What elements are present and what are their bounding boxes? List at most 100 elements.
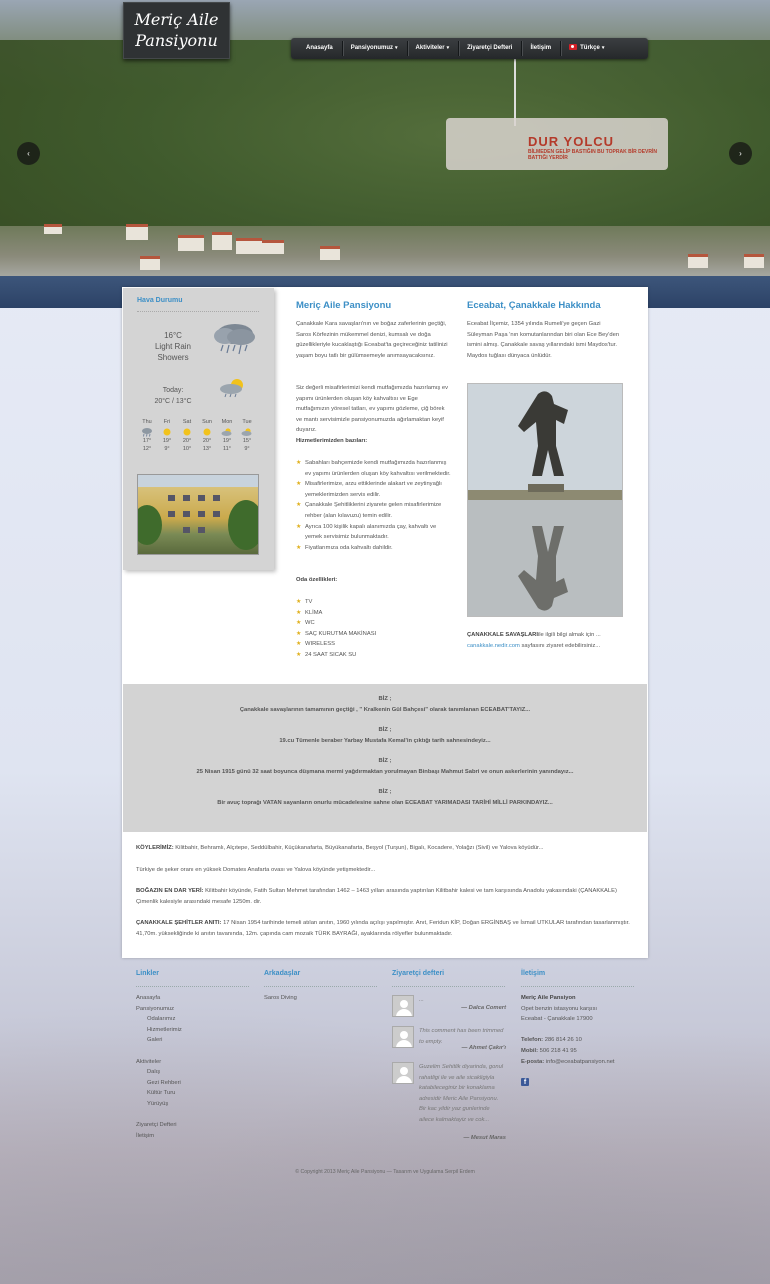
nav-ziyaretci-defteri[interactable]: Ziyaretçi Defteri — [458, 38, 521, 59]
contact-email[interactable]: E-posta: info@eceabatpansiyon.net — [521, 1057, 641, 1068]
list-item: WIRELESS — [296, 639, 452, 650]
site-logo[interactable]: Meriç Aile Pansiyonu — [123, 2, 230, 59]
rain-cloud-icon — [214, 324, 255, 355]
current-temp: 16°C — [164, 331, 182, 340]
footer-link[interactable]: Kültür Turu — [136, 1088, 182, 1099]
weather-widget: Hava Durumu 16°C Light Rain Showers Toda… — [123, 288, 274, 570]
services-list: Sabahları bahçemizde kendi mutfağımızda … — [296, 458, 452, 553]
footer-guestbook-title: Ziyaretçi defteri — [392, 970, 445, 977]
list-item: Ayrıca 100 kişilik kapalı alanımızda çay… — [296, 522, 452, 543]
forecast-day: Thu 17° 12° — [142, 419, 152, 452]
flagpole — [514, 56, 516, 126]
eceabat-title: Eceabat, Çanakkale Hakkında — [467, 300, 601, 311]
list-item: KLİMA — [296, 608, 452, 619]
canakkale-link[interactable]: canakkale.nedir.com — [467, 643, 520, 649]
about-paragraph-2: Siz değerli misafirlerimizi kendi mutfağ… — [296, 385, 449, 434]
footer-link[interactable]: Hizmetlerimiz — [136, 1025, 182, 1036]
logo-line-2: Pansiyonu — [135, 31, 218, 50]
monument-subtitle: BİLMEDEN GELİP BASTIĞIN BU TOPRAK BİR DE… — [528, 149, 657, 161]
caret-down-icon: ▾ — [446, 45, 450, 51]
footer-spacer — [136, 1110, 182, 1121]
list-item: Çanakkale Şehitliklerini ziyarete gelen … — [296, 500, 452, 521]
slider-prev-button[interactable]: ‹ — [17, 142, 40, 165]
avatar-icon — [392, 1062, 414, 1084]
contact-phone: Telefon: 286 814 26 10 — [521, 1037, 582, 1044]
footer-link[interactable]: Galeri — [136, 1035, 182, 1046]
about-paragraph-1: Çanakkale Kara savaşları'nın ve boğaz za… — [296, 321, 448, 359]
guestbook-comment[interactable]: ... — Dalca Comert — [392, 995, 506, 1019]
today-forecast: Today: 20°C / 13°C — [137, 385, 209, 407]
nav-language[interactable]: Türkçe ▾ — [560, 38, 613, 59]
today-range: 20°C / 13°C — [154, 398, 192, 405]
biz-banner: BİZ ; Çanakkale savaşlarının tamamının ge… — [123, 684, 647, 832]
guestbook-comment[interactable]: This comment has been trimmed to empty. … — [392, 1026, 506, 1056]
about-title: Meriç Aile Pansiyonu — [296, 300, 392, 311]
contact-name: Meriç Aile Pansiyon — [521, 995, 576, 1001]
statue-photo[interactable] — [467, 383, 623, 617]
facebook-icon[interactable]: f — [521, 1078, 529, 1086]
footer-link[interactable]: Aktiviteler — [136, 1057, 182, 1068]
forecast-day: Tue 15° 9° — [241, 419, 252, 452]
nav-anasayfa[interactable]: Anasayfa — [297, 38, 342, 59]
comment-author: — Dalca Comert — [461, 1005, 506, 1011]
footer-link[interactable]: Pansiyonumuz — [136, 1004, 182, 1015]
villages-text: KÖYLERİMİZ: Kilitbahir, Behramlı, Alçıte… — [136, 845, 544, 851]
footer-link[interactable]: Gezi Rehberi — [136, 1078, 182, 1089]
weather-title: Hava Durumu — [137, 297, 183, 304]
partly-cloudy-icon — [221, 428, 232, 436]
logo-line-1: Meriç Aile — [134, 10, 219, 29]
footer-link[interactable]: Dalış — [136, 1067, 182, 1078]
list-item: WC — [296, 618, 452, 629]
statue-image — [468, 384, 622, 616]
caret-down-icon: ▾ — [601, 45, 605, 51]
avatar-icon — [392, 995, 414, 1017]
sun-icon — [163, 428, 171, 436]
footer-spacer — [136, 1046, 182, 1057]
forecast-day: Sat 20° 10° — [182, 419, 192, 452]
sun-icon — [183, 428, 191, 436]
contact-address: Opet benzin istasyonu karşısı — [521, 1005, 598, 1012]
list-item: 24 SAAT SICAK SU — [296, 650, 452, 661]
room-features-title: Oda özellikleri: — [296, 577, 338, 583]
nav-iletisim[interactable]: İletişim — [521, 38, 560, 59]
caret-down-icon: ▾ — [395, 45, 398, 51]
list-item: Misafirlerimize, arzu ettiklerinde alaka… — [296, 479, 452, 500]
today-label: Today: — [162, 387, 184, 394]
current-condition: Light Rain — [154, 342, 192, 351]
footer-link[interactable]: Ziyaretçi Defteri — [136, 1120, 182, 1131]
pension-photo[interactable] — [137, 474, 259, 555]
partly-cloudy-icon — [241, 428, 252, 436]
list-item: Sabahları bahçemizde kendi mutfağımızda … — [296, 458, 452, 479]
current-condition-2: Showers — [157, 353, 189, 362]
list-item: Fiyatlarımıza oda kahvaltı dahildir. — [296, 543, 452, 554]
list-item: SAÇ KURUTMA MAKİNASI — [296, 629, 452, 640]
slider-next-button[interactable]: › — [729, 142, 752, 165]
footer-link[interactable]: İletişim — [136, 1131, 182, 1142]
footer-link[interactable]: Anasayfa — [136, 993, 182, 1004]
contact-address: Eceabat - Çanakkale 17900 — [521, 1016, 593, 1023]
tomato-text: Türkiye de şeker oranı en yüksek Domates… — [136, 867, 376, 873]
monument-text: ÇANAKKALE ŞEHİTLER ANITI: 17 Nisan 1954 … — [136, 920, 630, 937]
list-item: TV — [296, 597, 452, 608]
footer-link[interactable]: Yürüyüş — [136, 1099, 182, 1110]
nav-pansiyonumuz[interactable]: Pansiyonumuz ▾ — [341, 38, 407, 59]
services-title: Hizmetlerimizden bazıları: — [296, 438, 368, 444]
forecast-day: Mon 19° 11° — [221, 419, 233, 452]
forecast-day: Fri 19° 9° — [162, 419, 172, 452]
forecast-day: Sun 20° 13° — [202, 419, 212, 452]
footer-contact-title: İletişim — [521, 970, 546, 977]
copyright: © Copyright 2013 Meriç Aile Pansiyonu — … — [295, 1169, 475, 1175]
monument-title: DUR YOLCU — [528, 134, 615, 149]
footer-link[interactable]: Odalarımız — [136, 1014, 182, 1025]
current-weather: 16°C Light Rain Showers — [145, 330, 201, 363]
footer-links-list: Anasayfa Pansiyonumuz Odalarımız Hizmetl… — [136, 993, 182, 1141]
turkey-flag-icon — [569, 44, 578, 50]
footer-link[interactable]: Saros Diving — [264, 993, 297, 1004]
canakkale-info: ÇANAKKALE SAVAŞLARIile ilgili bilgi alma… — [467, 632, 601, 649]
contact-mobile: Mobil: 506 218 41 95 — [521, 1047, 577, 1054]
guestbook-comment[interactable]: Guzelim Sehitlik diyarinda, gonul rahatl… — [392, 1062, 506, 1146]
sun-icon — [203, 428, 211, 436]
avatar-icon — [392, 1026, 414, 1048]
nav-aktiviteler[interactable]: Aktiviteler ▾ — [406, 38, 459, 59]
eceabat-paragraph: Eceabat İlçemiz, 1354 yılında Rumeli'ye … — [467, 321, 620, 359]
